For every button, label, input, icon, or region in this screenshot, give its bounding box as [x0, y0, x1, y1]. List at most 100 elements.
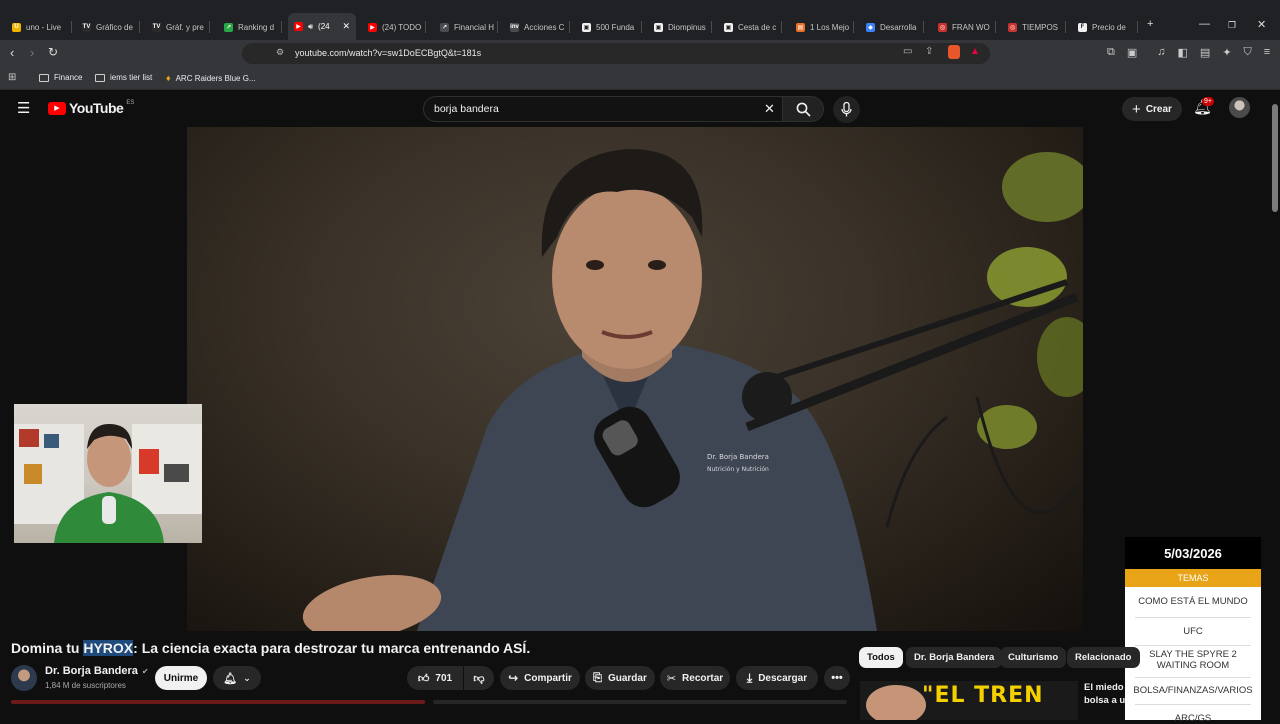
tab-label: Precio de	[1092, 22, 1126, 32]
browser-tab[interactable]: TV Gráf. y pre	[146, 15, 210, 39]
user-avatar[interactable]	[1229, 97, 1250, 118]
tab-search-icon[interactable]: ▣	[1127, 46, 1137, 59]
join-button[interactable]: Unirme	[155, 666, 207, 690]
recommended-thumbnail[interactable]: "EL TREN	[860, 681, 1078, 720]
search-input[interactable]: borja bandera ✕	[423, 96, 783, 122]
browser-tab[interactable]: ▶ 🔊︎ (24 ✕	[288, 13, 356, 40]
menu-icon[interactable]: ≡	[1264, 46, 1270, 59]
close-window-button[interactable]: ✕	[1257, 18, 1266, 31]
chip-culturismo[interactable]: Culturismo	[1000, 647, 1067, 668]
tab-separator	[425, 21, 426, 33]
like-button[interactable]: 👍︎ 701	[407, 666, 463, 690]
sidebar-icon[interactable]: ◧	[1178, 46, 1188, 59]
bookmark-arc-raiders[interactable]: ♦ ARC Raiders Blue G...	[166, 73, 256, 83]
share-button[interactable]: ↪ Compartir	[500, 666, 580, 690]
browser-tab[interactable]: Uuno - Live	[6, 15, 72, 39]
dislike-button[interactable]: 👎︎	[464, 666, 494, 690]
share-arrow-icon: ↪	[508, 671, 519, 685]
browser-tab[interactable]: ▣ Diompinus	[648, 15, 712, 39]
tab-separator	[1065, 21, 1066, 33]
audio-playing-icon[interactable]: 🔊︎	[308, 22, 313, 32]
restore-button[interactable]: ❐	[1228, 20, 1236, 31]
install-app-icon[interactable]: ▭	[903, 46, 912, 57]
create-button[interactable]: + Crear	[1122, 97, 1182, 121]
brave-rewards-icon[interactable]: ▲	[970, 46, 980, 57]
browser-tab[interactable]: TV Gráfico de	[76, 15, 140, 39]
video-player[interactable]: Dr. Borja Bandera Nutrición y Nutrición	[187, 127, 1083, 631]
more-actions-button[interactable]: •••	[824, 666, 850, 690]
tab-label: Desarrolla	[880, 22, 917, 32]
channel-name-row[interactable]: Dr. Borja Bandera ✔	[45, 665, 149, 677]
video-frame: Dr. Borja Bandera Nutrición y Nutrición	[302, 148, 1083, 631]
browser-tab[interactable]: F Precio de	[1072, 15, 1138, 39]
apps-grid-icon[interactable]: ⊞	[8, 72, 16, 83]
extensions-icon[interactable]: ⧉	[1107, 46, 1115, 59]
search-button[interactable]	[782, 96, 824, 122]
vpn-icon[interactable]: ⛉	[1244, 46, 1252, 59]
tab-favicon-icon: ▣	[724, 22, 733, 32]
new-tab-button[interactable]: +	[1147, 18, 1153, 30]
bookmark-finance[interactable]: Finance	[39, 73, 82, 82]
thumbs-up-icon: 👍︎	[417, 672, 430, 685]
browser-tab[interactable]: ◎ FRAN WO	[932, 15, 996, 39]
bookmark-iems[interactable]: iems tier list	[95, 73, 152, 82]
tab-separator	[923, 21, 924, 33]
browser-tab[interactable]: inv Acciones C	[504, 15, 570, 39]
browser-tab[interactable]: ▤ 1 Los Mejo	[790, 15, 854, 39]
recommended-title-line2[interactable]: bolsa a u	[1084, 695, 1125, 706]
share-icon[interactable]: ⇪	[925, 46, 933, 57]
recommended-title[interactable]: El miedo	[1084, 682, 1124, 693]
url-text: youtube.com/watch?v=sw1DoECBgtQ&t=181s	[295, 48, 482, 58]
browser-tab[interactable]: ▣ 500 Funda	[576, 15, 642, 39]
arc-raiders-icon: ♦	[166, 73, 171, 83]
browser-tab[interactable]: ↗ Financial H	[434, 15, 498, 39]
subscriber-count: 1,84 M de suscriptores	[45, 681, 126, 690]
browser-tab[interactable]: ▶ (24) TODO	[362, 15, 426, 39]
chip-todos[interactable]: Todos	[859, 647, 903, 668]
download-button[interactable]: ⤓ Descargar	[736, 666, 818, 690]
tab-favicon-icon: ▣	[654, 22, 663, 32]
browser-tab[interactable]: ◎ TIEMPOS	[1002, 15, 1066, 39]
tab-label: Acciones C	[524, 22, 565, 32]
stream-topics-panel: 5/03/2026 TEMAS COMO ESTÁ EL MUNDO UFC S…	[1125, 537, 1261, 724]
clip-button[interactable]: ✂ Recortar	[660, 666, 730, 690]
reload-icon[interactable]: ↻	[48, 45, 58, 59]
chip-relacionado[interactable]: Relacionado	[1067, 647, 1140, 668]
bookmarks-bar: ⊞ Finance iems tier list ♦ ARC Raiders B…	[0, 68, 1280, 90]
media-icon[interactable]: ♫	[1157, 46, 1165, 59]
guide-menu-icon[interactable]: ☰	[17, 99, 30, 117]
brave-shields-icon[interactable]	[948, 45, 960, 59]
tab-favicon-icon: ◆	[866, 22, 875, 32]
chip-channel[interactable]: Dr. Borja Bandera	[906, 647, 1003, 668]
scrollbar-thumb[interactable]	[1272, 104, 1278, 212]
browser-tab[interactable]: ▣ Cesta de c	[718, 15, 782, 39]
tab-label: Gráfico de	[96, 22, 133, 32]
microphone-icon	[841, 102, 852, 117]
tab-favicon-icon: TV	[152, 22, 161, 32]
back-icon[interactable]: ‹	[10, 45, 14, 60]
plus-icon: +	[1132, 100, 1141, 118]
clear-search-icon[interactable]: ✕	[764, 101, 775, 117]
close-tab-icon[interactable]: ✕	[342, 21, 350, 32]
topic-item: BOLSA/FINANZAS/VARIOS	[1133, 685, 1253, 696]
browser-tab[interactable]: ↗ Ranking d	[218, 15, 282, 39]
minimize-button[interactable]: —	[1199, 18, 1210, 30]
channel-avatar[interactable]	[11, 665, 37, 691]
tab-label: Diompinus	[668, 22, 706, 32]
site-info-icon[interactable]: ⚙︎	[276, 47, 284, 58]
tab-favicon-icon: ◎	[1008, 22, 1017, 32]
tab-favicon-icon: ↗	[440, 22, 449, 32]
forward-icon[interactable]: ›	[30, 45, 34, 60]
browser-tab[interactable]: ◆ Desarrolla	[860, 15, 924, 39]
tab-separator	[995, 21, 996, 33]
tab-separator	[281, 21, 282, 33]
wallet-icon[interactable]: ▤	[1200, 46, 1210, 59]
thumbnail-text: "EL TREN	[922, 683, 1044, 708]
subscription-bell-button[interactable]: 🔔︎ ⌄	[213, 666, 261, 690]
panel-date: 5/03/2026	[1125, 537, 1261, 569]
youtube-logo[interactable]: ▶ YouTube ES	[48, 100, 134, 116]
save-button[interactable]: ⎘ Guardar	[585, 666, 655, 690]
tab-separator	[209, 21, 210, 33]
leo-ai-icon[interactable]: ✦	[1222, 46, 1231, 59]
voice-search-button[interactable]	[833, 96, 860, 123]
